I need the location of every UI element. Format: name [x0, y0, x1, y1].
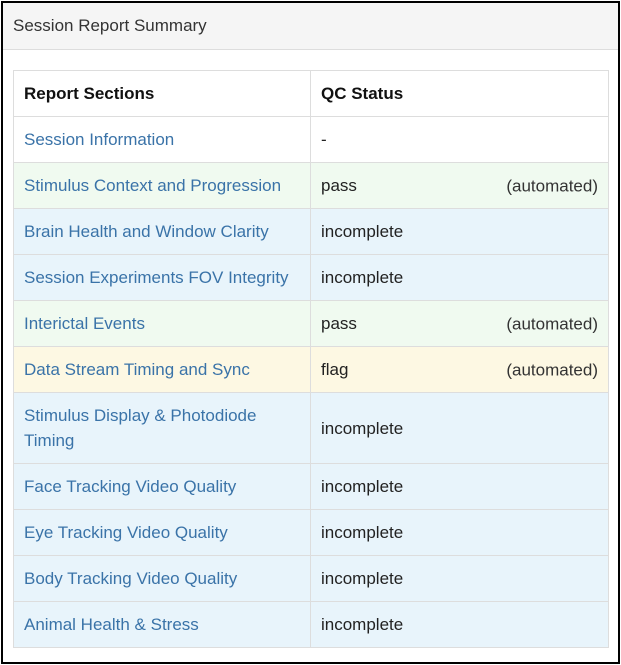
section-cell: Body Tracking Video Quality: [13, 555, 311, 602]
section-cell: Eye Tracking Video Quality: [13, 509, 311, 556]
section-link-body-tracking[interactable]: Body Tracking Video Quality: [24, 569, 237, 588]
status-cell: pass (automated): [310, 162, 609, 209]
status-value: pass: [321, 314, 357, 333]
status-value: incomplete: [321, 569, 404, 588]
section-link-stimulus-context[interactable]: Stimulus Context and Progression: [24, 176, 281, 195]
table-row: Body Tracking Video Quality incomplete: [13, 555, 609, 602]
table-row: Session Information -: [13, 116, 609, 163]
section-cell: Brain Health and Window Clarity: [13, 208, 311, 255]
section-cell: Stimulus Display & Photodiode Timing: [13, 392, 311, 464]
table-row: Interictal Events pass (automated): [13, 300, 609, 347]
section-link-interictal-events[interactable]: Interictal Events: [24, 314, 145, 333]
status-value: incomplete: [321, 418, 404, 438]
status-value: -: [321, 130, 327, 149]
status-value: incomplete: [321, 523, 404, 542]
section-link-eye-tracking[interactable]: Eye Tracking Video Quality: [24, 523, 228, 542]
section-cell: Face Tracking Video Quality: [13, 463, 311, 510]
section-cell: Session Information: [13, 116, 311, 163]
table-row: Data Stream Timing and Sync flag (automat…: [13, 346, 609, 393]
section-link-data-stream-timing[interactable]: Data Stream Timing and Sync: [24, 360, 250, 379]
table-row: Face Tracking Video Quality incomplete: [13, 463, 609, 510]
status-cell: incomplete: [310, 208, 609, 255]
section-link-animal-health[interactable]: Animal Health & Stress: [24, 615, 199, 634]
status-cell: -: [310, 116, 609, 163]
header-report-sections: Report Sections: [13, 70, 311, 117]
status-cell: pass (automated): [310, 300, 609, 347]
table-row: Stimulus Context and Progression pass (au…: [13, 162, 609, 209]
status-cell: incomplete: [310, 463, 609, 510]
section-cell: Session Experiments FOV Integrity: [13, 254, 311, 301]
section-cell: Animal Health & Stress: [13, 601, 311, 648]
report-table-wrapper: Report Sections QC Status Session Inform…: [13, 70, 609, 648]
section-link-stimulus-display[interactable]: Stimulus Display & Photodiode Timing: [24, 406, 256, 450]
status-cell: incomplete: [310, 555, 609, 602]
table-row: Brain Health and Window Clarity incomple…: [13, 208, 609, 255]
table-header-row: Report Sections QC Status: [13, 70, 609, 117]
status-value: incomplete: [321, 615, 404, 634]
automated-note: (automated): [506, 360, 598, 379]
status-value: incomplete: [321, 222, 404, 241]
table-row: Eye Tracking Video Quality incomplete: [13, 509, 609, 556]
status-cell: incomplete: [310, 601, 609, 648]
table-row: Session Experiments FOV Integrity incomp…: [13, 254, 609, 301]
report-table: Report Sections QC Status Session Inform…: [13, 70, 609, 648]
section-link-face-tracking[interactable]: Face Tracking Video Quality: [24, 477, 236, 496]
status-value: pass: [321, 176, 357, 195]
automated-note: (automated): [506, 176, 598, 195]
automated-note: (automated): [506, 314, 598, 333]
status-cell: incomplete: [310, 254, 609, 301]
section-link-session-information[interactable]: Session Information: [24, 130, 174, 149]
status-cell: incomplete: [310, 509, 609, 556]
status-value: flag: [321, 360, 349, 379]
report-summary-panel: Session Report Summary Report Sections Q…: [1, 1, 620, 664]
status-cell: incomplete: [310, 392, 609, 464]
section-link-fov-integrity[interactable]: Session Experiments FOV Integrity: [24, 268, 289, 287]
status-cell: flag (automated): [310, 346, 609, 393]
table-row: Animal Health & Stress incomplete: [13, 601, 609, 648]
section-cell: Interictal Events: [13, 300, 311, 347]
panel-title: Session Report Summary: [3, 3, 618, 50]
status-value: incomplete: [321, 477, 404, 496]
section-link-brain-health[interactable]: Brain Health and Window Clarity: [24, 222, 269, 241]
section-cell: Stimulus Context and Progression: [13, 162, 311, 209]
table-row: Stimulus Display & Photodiode Timing inc…: [13, 392, 609, 464]
header-qc-status: QC Status: [310, 70, 609, 117]
status-value: incomplete: [321, 268, 404, 287]
section-cell: Data Stream Timing and Sync: [13, 346, 311, 393]
